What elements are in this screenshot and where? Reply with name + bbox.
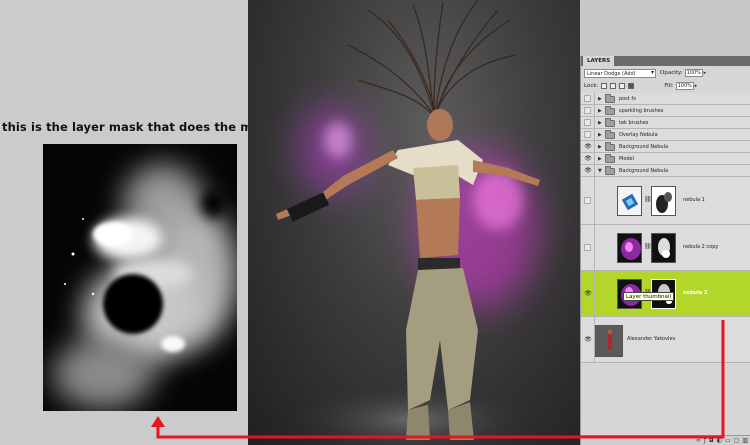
folder-icon [605, 94, 615, 103]
layer-name: post fx [619, 96, 637, 102]
lock-position-icon[interactable] [619, 83, 626, 89]
fx-icon[interactable]: ƒ [704, 437, 706, 444]
layer-name: Background Nebula [619, 144, 669, 150]
new-layer-icon[interactable]: ▢ [734, 437, 740, 444]
triangle-right-icon[interactable]: ▶ [598, 156, 602, 162]
layers-panel: LAYERS Linear Dodge (Add) Opacity: 100% … [580, 56, 750, 445]
layer-thumbnail[interactable] [595, 325, 623, 357]
layer-row[interactable]: 👁 ▶ Background Nebula [581, 141, 750, 153]
fill-label: Fill: [664, 83, 674, 89]
eye-icon[interactable]: 👁 [584, 290, 592, 298]
tab-layers[interactable]: LAYERS [583, 56, 615, 66]
link-layers-icon[interactable]: ∞ [696, 437, 701, 444]
left-annotation-area: this is the layer mask that does the mag… [0, 0, 279, 445]
trash-icon[interactable]: ▥ [742, 437, 748, 444]
eye-icon[interactable]: 👁 [584, 167, 592, 175]
layer-name: Model [619, 156, 635, 162]
folder-icon [605, 118, 615, 127]
layer-row[interactable]: ▶ sparkling brushes [581, 105, 750, 117]
layer-row[interactable]: ⛓ nebula 1 [581, 177, 750, 225]
adjustment-icon[interactable]: ◐ [717, 437, 722, 444]
layer-mask-thumbnail[interactable] [651, 233, 676, 263]
layer-name: sparkling brushes [619, 108, 664, 114]
folder-icon [605, 166, 615, 175]
triangle-down-icon[interactable]: ▼ [598, 168, 602, 174]
lock-image-icon[interactable] [610, 83, 617, 89]
layer-row[interactable]: ▶ post fx [581, 93, 750, 105]
blend-options-row: Linear Dodge (Add) Opacity: 100% ▸ [581, 67, 750, 79]
annotation-caption: this is the layer mask that does the mag… [2, 120, 280, 134]
triangle-right-icon[interactable]: ▶ [598, 132, 602, 138]
layer-name: nebula 1 [683, 197, 705, 203]
visibility-toggle[interactable] [584, 244, 591, 251]
layer-thumbnail[interactable] [617, 233, 642, 263]
dancer-composite-image [276, 0, 543, 445]
layer-row[interactable]: ⛓ nebula 2 copy [581, 225, 750, 271]
panel-bottom-toolbar: ∞ ƒ ◘ ◐ ▭ ▢ ▥ [581, 435, 750, 445]
panel-tab-bar: LAYERS [581, 56, 750, 66]
triangle-right-icon[interactable]: ▶ [598, 108, 602, 114]
layer-mask-preview [43, 144, 237, 411]
add-mask-icon[interactable]: ◘ [709, 437, 714, 444]
layer-name: Overlay Nebula [619, 132, 658, 138]
layer-name: nebula 2 copy [683, 244, 719, 250]
visibility-toggle[interactable] [584, 95, 591, 102]
triangle-right-icon[interactable]: ▶ [598, 96, 602, 102]
folder-icon [605, 154, 615, 163]
layer-name: tek brushes [619, 120, 649, 126]
opacity-field[interactable]: 100% [684, 69, 703, 77]
mask-preview-image [43, 144, 237, 411]
layer-mask-thumbnail[interactable] [651, 186, 676, 216]
fill-field[interactable]: 100% [675, 82, 694, 90]
visibility-toggle[interactable] [584, 197, 591, 204]
new-group-icon[interactable]: ▭ [725, 437, 731, 444]
visibility-toggle[interactable] [584, 131, 591, 138]
opacity-arrow-icon[interactable]: ▸ [704, 70, 707, 76]
folder-icon [605, 130, 615, 139]
lock-label: Lock: [584, 83, 599, 89]
layer-row[interactable]: ▶ Overlay Nebula [581, 129, 750, 141]
folder-icon [605, 106, 615, 115]
layer-name: nebula 2 [683, 290, 708, 296]
visibility-toggle[interactable] [584, 119, 591, 126]
eye-icon[interactable]: 👁 [584, 155, 592, 163]
opacity-label: Opacity: [660, 70, 683, 76]
visibility-toggle[interactable] [584, 107, 591, 114]
eye-icon[interactable]: 👁 [584, 143, 592, 151]
layer-row[interactable]: 👁 Alexander Yakovlev [581, 317, 750, 363]
layer-row[interactable]: 👁 ▼ Background Nebula [581, 165, 750, 177]
blend-mode-select[interactable]: Linear Dodge (Add) [584, 68, 656, 78]
canvas-photo [248, 0, 580, 445]
layer-name: Background Nebula [619, 168, 669, 174]
folder-icon [605, 142, 615, 151]
layer-name: Alexander Yakovlev [627, 336, 676, 342]
lock-all-icon[interactable] [628, 83, 635, 89]
layer-row[interactable]: 👁 ▶ Model [581, 153, 750, 165]
layer-thumbnail-tooltip: Layer thumbnail [623, 292, 674, 301]
triangle-right-icon[interactable]: ▶ [598, 144, 602, 150]
lock-transparent-icon[interactable] [601, 83, 608, 89]
layer-row[interactable]: ▶ tek brushes [581, 117, 750, 129]
lock-row: Lock: Fill: 100% ▸ [581, 80, 750, 92]
layer-thumbnail[interactable] [617, 186, 642, 216]
eye-icon[interactable]: 👁 [584, 336, 592, 344]
triangle-right-icon[interactable]: ▶ [598, 120, 602, 126]
fill-arrow-icon[interactable]: ▸ [695, 83, 698, 89]
